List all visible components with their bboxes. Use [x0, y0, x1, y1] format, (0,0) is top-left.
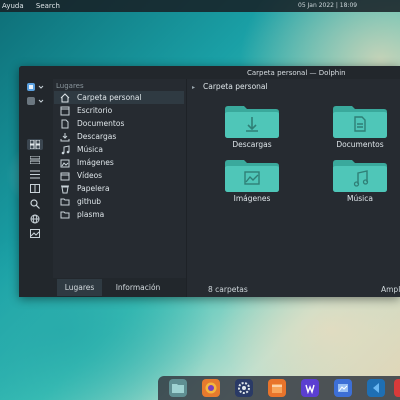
- folder-item[interactable]: Descargas: [222, 105, 282, 151]
- folder-icon: [60, 197, 70, 207]
- compact-view-button[interactable]: [27, 154, 43, 165]
- place-downloads[interactable]: Descargas: [54, 130, 184, 143]
- dolphin-window: Carpeta personal — Dolphin Lugares Carpe…: [19, 66, 400, 297]
- dock-app-partial[interactable]: [394, 379, 400, 397]
- desktop-icon: [60, 106, 70, 116]
- w-letter-icon: [305, 384, 315, 394]
- place-label: github: [77, 197, 102, 206]
- dock-viewer[interactable]: [334, 379, 352, 397]
- status-bar: 8 carpetas Ampliación: [187, 283, 400, 297]
- calendar-icon: [272, 384, 282, 393]
- list-view-icon: [30, 170, 40, 179]
- clock[interactable]: 05 Jan 2022 | 18:09: [298, 2, 357, 9]
- folder-label: Imágenes: [233, 194, 271, 203]
- downloads-icon: [60, 132, 70, 142]
- preview-button[interactable]: [27, 228, 43, 239]
- place-music[interactable]: Música: [54, 143, 184, 156]
- folder-item[interactable]: Música: [330, 159, 390, 205]
- zoom-label[interactable]: Ampliación: [381, 285, 400, 294]
- places-toggle-button[interactable]: [25, 81, 47, 92]
- videos-icon: [60, 171, 70, 181]
- trash-icon: [60, 184, 70, 194]
- place-label: plasma: [77, 210, 105, 219]
- place-pictures[interactable]: Imágenes: [54, 156, 184, 169]
- dock-firefox[interactable]: [202, 379, 220, 397]
- top-panel: Ayuda Search 05 Jan 2022 | 18:09: [0, 0, 400, 12]
- place-label: Vídeos: [77, 171, 103, 180]
- tab-places[interactable]: Lugares: [57, 279, 102, 296]
- tab-information[interactable]: Información: [107, 279, 169, 296]
- breadcrumb[interactable]: ▸ Carpeta personal: [192, 82, 268, 91]
- place-label: Papelera: [77, 184, 110, 193]
- folder-icon: [60, 210, 70, 220]
- menu-search[interactable]: Search: [36, 2, 60, 10]
- split-view-button[interactable]: [27, 183, 43, 194]
- folder-label: Documentos: [336, 140, 384, 149]
- image-viewer-icon: [338, 384, 348, 392]
- folder-label: Música: [347, 194, 373, 203]
- panels-toggle-button[interactable]: [25, 95, 47, 106]
- folder-label: Descargas: [232, 140, 272, 149]
- gear-icon: [238, 382, 250, 394]
- breadcrumb-arrow-icon: ▸: [192, 84, 196, 91]
- place-label: Descargas: [77, 132, 117, 141]
- search-icon: [30, 198, 40, 209]
- menu-help[interactable]: Ayuda: [2, 2, 24, 10]
- code-icon: [373, 383, 379, 393]
- places-panel: Lugares Carpeta personal Escritorio Docu…: [53, 79, 186, 297]
- dock-vscode[interactable]: [367, 379, 385, 397]
- places-header: Lugares: [56, 82, 84, 90]
- place-label: Música: [77, 145, 103, 154]
- place-label: Documentos: [77, 119, 125, 128]
- network-button[interactable]: [27, 213, 43, 224]
- pictures-icon: [60, 158, 70, 168]
- global-menu: Ayuda Search: [2, 2, 70, 10]
- compact-view-icon: [30, 155, 40, 164]
- firefox-icon: [205, 382, 217, 394]
- documents-icon: [60, 119, 70, 129]
- dock-files[interactable]: [169, 379, 187, 397]
- folder-item[interactable]: Documentos: [330, 105, 390, 151]
- dock-settings[interactable]: [235, 379, 253, 397]
- panel-menu-icon: [27, 96, 44, 105]
- toolbar-rail: [19, 79, 53, 297]
- dock-writer[interactable]: [301, 379, 319, 397]
- place-plasma[interactable]: plasma: [54, 208, 184, 221]
- folder-icon: [172, 384, 184, 393]
- image-preview-icon: [30, 229, 40, 238]
- folder-item[interactable]: Imágenes: [222, 159, 282, 205]
- place-trash[interactable]: Papelera: [54, 182, 184, 195]
- download-arrow-icon: [225, 106, 279, 138]
- icons-view-button[interactable]: [27, 139, 43, 150]
- grid-view-icon: [30, 140, 40, 149]
- search-button[interactable]: [27, 198, 43, 209]
- window-title: Carpeta personal — Dolphin: [247, 69, 346, 77]
- dock: [158, 376, 400, 400]
- home-menu-icon: [27, 82, 44, 91]
- panel-tabs: Lugares Información: [53, 278, 186, 297]
- split-icon: [30, 184, 40, 193]
- globe-icon: [30, 214, 40, 223]
- image-icon: [225, 160, 279, 192]
- breadcrumb-current: Carpeta personal: [203, 82, 268, 91]
- place-desktop[interactable]: Escritorio: [54, 104, 184, 117]
- item-count: 8 carpetas: [208, 285, 248, 294]
- window-titlebar[interactable]: Carpeta personal — Dolphin: [19, 66, 400, 79]
- place-videos[interactable]: Vídeos: [54, 169, 184, 182]
- details-view-button[interactable]: [27, 169, 43, 180]
- place-home[interactable]: Carpeta personal: [54, 91, 184, 104]
- place-label: Imágenes: [77, 158, 114, 167]
- dock-tasks[interactable]: [268, 379, 286, 397]
- document-page-icon: [333, 106, 387, 138]
- home-icon: [60, 92, 70, 103]
- place-label: Carpeta personal: [77, 93, 142, 102]
- music-icon: [60, 144, 70, 155]
- file-view: ▸ Carpeta personal Descargas Documentos: [186, 79, 400, 297]
- music-note-icon: [333, 160, 387, 192]
- place-label: Escritorio: [77, 106, 113, 115]
- place-documents[interactable]: Documentos: [54, 117, 184, 130]
- place-github[interactable]: github: [54, 195, 184, 208]
